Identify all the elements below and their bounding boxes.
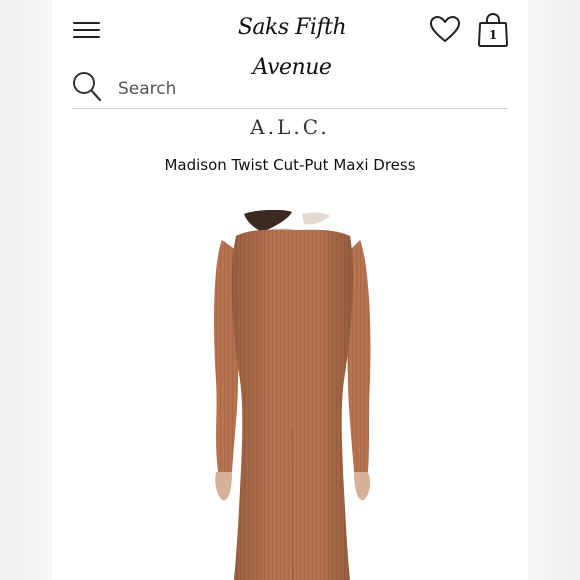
hamburger-menu-icon[interactable] — [73, 20, 101, 40]
saks-logo[interactable]: Saks Fifth Avenue — [202, 8, 382, 80]
product-title: Madison Twist Cut-Put Maxi Dress — [164, 156, 416, 174]
right-background-edge — [528, 0, 580, 580]
left-background-edge — [0, 0, 52, 580]
search-input[interactable] — [116, 74, 500, 104]
search-icon[interactable] — [72, 71, 102, 103]
heart-icon[interactable] — [429, 14, 461, 46]
shopping-bag-button[interactable]: 1 — [476, 12, 510, 48]
product-brand-text: A.L.C. — [250, 119, 330, 139]
search-bar[interactable] — [72, 68, 508, 109]
bag-count-badge: 1 — [488, 28, 498, 42]
product-image[interactable] — [192, 209, 392, 580]
product-brand[interactable]: A.L.C. — [52, 119, 528, 139]
mobile-page: Saks Fifth Avenue 1 A.L.C. Madison Twist… — [52, 0, 528, 580]
